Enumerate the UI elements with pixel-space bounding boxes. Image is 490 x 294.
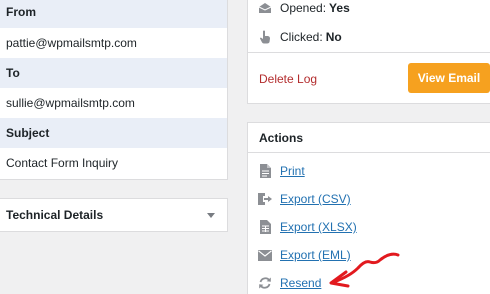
action-export-csv[interactable]: Export (CSV) bbox=[258, 192, 351, 206]
action-print[interactable]: Print bbox=[258, 164, 305, 178]
status-divider bbox=[248, 52, 490, 53]
spreadsheet-icon bbox=[258, 220, 272, 234]
action-export-xlsx[interactable]: Export (XLSX) bbox=[258, 220, 357, 234]
chevron-down-icon bbox=[207, 212, 215, 218]
envelope-icon bbox=[258, 248, 272, 262]
subject-value: Contact Form Inquiry bbox=[0, 148, 227, 178]
view-email-button[interactable]: View Email bbox=[408, 63, 490, 93]
clicked-status: Clicked: No bbox=[258, 30, 342, 44]
export-icon bbox=[258, 192, 272, 206]
envelope-open-icon bbox=[258, 1, 272, 15]
annotation-arrow-icon bbox=[329, 252, 400, 288]
opened-label: Opened: bbox=[280, 1, 327, 15]
delete-log-link[interactable]: Delete Log bbox=[259, 72, 317, 86]
action-print-label: Print bbox=[280, 164, 305, 178]
opened-value: Yes bbox=[329, 1, 350, 15]
from-value: pattie@wpmailsmtp.com bbox=[0, 28, 227, 58]
action-export-xlsx-label: Export (XLSX) bbox=[280, 220, 357, 234]
action-resend-label: Resend bbox=[280, 276, 322, 290]
clicked-label: Clicked: bbox=[280, 30, 323, 44]
opened-status: Opened: Yes bbox=[258, 1, 350, 15]
actions-title: Actions bbox=[248, 123, 490, 153]
subject-label: Subject bbox=[0, 118, 227, 148]
print-icon bbox=[258, 164, 272, 178]
clicked-value: No bbox=[325, 30, 342, 44]
technical-details-title: Technical Details bbox=[6, 208, 104, 222]
action-export-csv-label: Export (CSV) bbox=[280, 192, 351, 206]
email-details-table: From pattie@wpmailsmtp.com To sullie@wpm… bbox=[0, 0, 228, 180]
pointer-hand-icon bbox=[258, 30, 272, 44]
to-label: To bbox=[0, 58, 227, 88]
action-resend[interactable]: Resend bbox=[258, 276, 321, 290]
resend-icon bbox=[258, 276, 272, 290]
log-status-box: Opened: Yes Clicked: No Delete Log View … bbox=[247, 0, 490, 104]
from-label: From bbox=[0, 0, 227, 28]
technical-details-toggle[interactable]: Technical Details bbox=[0, 198, 228, 232]
to-value: sullie@wpmailsmtp.com bbox=[0, 88, 227, 118]
